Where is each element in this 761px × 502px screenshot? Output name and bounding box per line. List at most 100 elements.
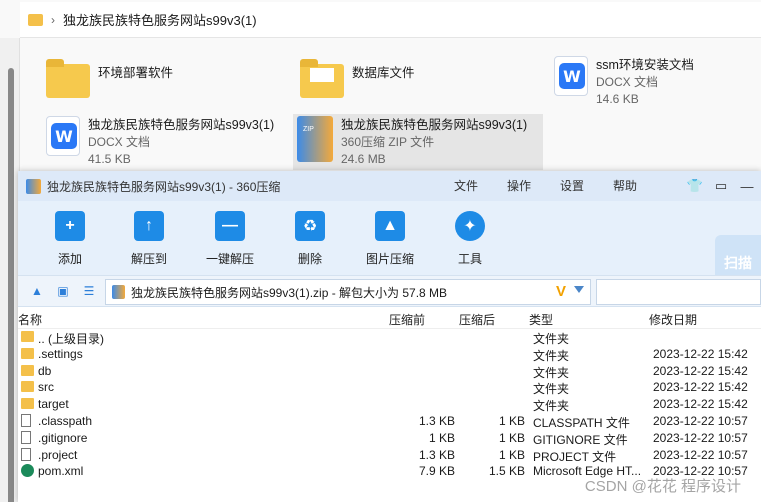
tool-label: 图片压缩 <box>365 252 414 266</box>
tools-button[interactable]: ✦ 工具 <box>430 211 510 267</box>
cell-modified: 2023-12-22 10:57 <box>653 413 748 428</box>
file-tile-db-files[interactable]: 数据库文件 <box>300 58 415 98</box>
extract-to-icon: ↑ <box>134 211 164 241</box>
table-row[interactable]: .settings 文件夹 2023-12-22 15:42 <box>18 346 761 363</box>
add-button[interactable]: + 添加 <box>30 211 110 267</box>
search-input[interactable] <box>596 279 761 305</box>
tile-size: 41.5 KB <box>88 152 131 166</box>
breadcrumb[interactable]: 独龙族民族特色服务网站s99v3(1) <box>63 10 257 29</box>
compress-window: 独龙族民族特色服务网站s99v3(1) - 360压缩 文件 操作 设置 帮助 … <box>18 171 761 502</box>
folder-icon <box>21 398 34 410</box>
delete-icon: ♻ <box>295 211 325 241</box>
add-icon: + <box>55 211 85 241</box>
table-row[interactable]: .. (上级目录) 文件夹 <box>18 329 761 346</box>
cell-after: 1 KB <box>498 447 525 462</box>
table-row[interactable]: .classpath 1.3 KB 1 KB CLASSPATH 文件 2023-12-… <box>18 413 761 430</box>
file-tile-site-doc[interactable]: W 独龙族民族特色服务网站s99v3(1) DOCX 文档 41.5 KB <box>46 116 274 168</box>
cell-type: GITIGNORE 文件 <box>533 432 628 447</box>
cell-after: 1.5 KB <box>488 464 525 479</box>
minimize-icon[interactable]: — <box>739 178 755 194</box>
archive-path-text: 独龙族民族特色服务网站s99v3(1).zip - 解包大小为 57.8 MB <box>131 285 448 300</box>
list-view-icon[interactable]: ☰ <box>82 284 96 298</box>
tool-label: 解压到 <box>130 252 167 266</box>
col-modified[interactable]: 修改日期 <box>649 311 697 328</box>
shirt-icon[interactable]: 👕 <box>687 178 703 194</box>
cell-type: 文件夹 <box>533 382 570 397</box>
table-row[interactable]: .gitignore 1 KB 1 KB GITIGNORE 文件 2023-12-22… <box>18 430 761 447</box>
up-arrow-icon[interactable]: ▲ <box>30 284 44 298</box>
tile-name: 环境部署软件 <box>98 66 174 80</box>
cell-name: .settings <box>38 346 83 361</box>
menu-settings[interactable]: 设置 <box>560 177 613 194</box>
cell-type: 文件夹 <box>533 332 570 346</box>
thumbnail-view-icon[interactable]: ▣ <box>56 284 70 298</box>
folder-icon <box>21 364 34 376</box>
folder-icon <box>21 381 34 393</box>
column-header-row: 名称 压缩前 压缩后 类型 修改日期 <box>18 307 761 329</box>
menu-help[interactable]: 帮助 <box>613 177 653 194</box>
tile-name: ssm环境安装文档 <box>596 58 694 72</box>
cell-before: 7.9 KB <box>418 464 455 479</box>
file-tile-ssm-doc[interactable]: W ssm环境安装文档 DOCX 文档 14.6 KB <box>554 56 694 108</box>
tool-label: 删除 <box>297 252 322 266</box>
file-icon <box>21 430 31 444</box>
cell-modified: 2023-12-22 15:42 <box>653 380 748 395</box>
menu-bar: 文件 操作 设置 帮助 <box>454 177 653 194</box>
title-bar: 独龙族民族特色服务网站s99v3(1) - 360压缩 文件 操作 设置 帮助 … <box>18 171 761 201</box>
folder-icon <box>300 59 344 98</box>
folder-icon <box>21 347 34 359</box>
col-name[interactable]: 名称 <box>18 311 42 328</box>
archive-path-field[interactable]: 独龙族民族特色服务网站s99v3(1).zip - 解包大小为 57.8 MB … <box>105 279 591 305</box>
feedback-icon[interactable]: ▭ <box>713 178 729 194</box>
file-icon <box>21 447 31 461</box>
menu-file[interactable]: 文件 <box>454 177 507 194</box>
tile-name: 数据库文件 <box>352 66 415 80</box>
cell-name: src <box>38 380 54 395</box>
archive-file-list: 名称 压缩前 压缩后 类型 修改日期 .. (上级目录) 文件夹 .settings… <box>18 307 761 502</box>
one-click-extract-button[interactable]: — 一键解压 <box>190 211 270 267</box>
zip-icon <box>112 285 125 299</box>
cell-name: .gitignore <box>38 430 88 445</box>
cell-after: 1 KB <box>498 413 525 428</box>
table-row[interactable]: src 文件夹 2023-12-22 15:42 <box>18 379 761 396</box>
table-row[interactable]: .project 1.3 KB 1 KB PROJECT 文件 2023-12-22 1… <box>18 447 761 464</box>
docx-icon: W <box>554 56 588 96</box>
file-tile-env-software[interactable]: 环境部署软件 <box>46 58 173 98</box>
cell-modified: 2023-12-22 10:57 <box>653 447 748 462</box>
chevron-down-icon[interactable] <box>574 286 584 293</box>
watermark: CSDN @花花 程序设计 <box>584 478 741 495</box>
v-badge-icon[interactable]: V <box>556 283 566 300</box>
tile-name: 独龙族民族特色服务网站s99v3(1) <box>341 118 528 132</box>
image-compress-button[interactable]: ▲ 图片压缩 <box>350 211 430 267</box>
address-bar[interactable]: › 独龙族民族特色服务网站s99v3(1) <box>20 2 761 38</box>
col-before[interactable]: 压缩前 <box>389 311 425 328</box>
cell-modified: 2023-12-22 10:57 <box>653 430 748 445</box>
cell-type: PROJECT 文件 <box>533 449 617 464</box>
table-row[interactable]: db 文件夹 2023-12-22 15:42 <box>18 363 761 380</box>
cell-name: db <box>38 363 52 378</box>
toolbar: + 添加 ↑ 解压到 — 一键解压 ♻ 删除 ▲ 图片压缩 ✦ 工具 扫描 <box>18 201 761 291</box>
edge-icon <box>21 464 34 478</box>
extract-to-button[interactable]: ↑ 解压到 <box>109 211 189 267</box>
window-title: 独龙族民族特色服务网站s99v3(1) - 360压缩 <box>47 179 281 194</box>
folder-icon <box>21 331 34 342</box>
file-explorer-window: › 独龙族民族特色服务网站s99v3(1) 环境部署软件 数据库文件 W ssm… <box>0 0 761 175</box>
cell-type: CLASSPATH 文件 <box>533 415 630 430</box>
col-type[interactable]: 类型 <box>529 311 553 328</box>
cell-before: 1.3 KB <box>418 413 455 428</box>
cell-type: 文件夹 <box>533 399 570 414</box>
image-compress-icon: ▲ <box>375 211 405 241</box>
col-after[interactable]: 压缩后 <box>459 311 495 328</box>
cell-after: 1 KB <box>498 430 525 445</box>
cell-before: 1 KB <box>428 430 455 445</box>
cell-name: .classpath <box>38 413 93 428</box>
table-row[interactable]: target 文件夹 2023-12-22 15:42 <box>18 396 761 413</box>
explorer-nav-pane <box>0 38 20 502</box>
file-tile-site-zip[interactable]: ZIP 独龙族民族特色服务网站s99v3(1) 360压缩 ZIP 文件 24.… <box>293 114 543 170</box>
delete-button[interactable]: ♻ 删除 <box>270 211 350 267</box>
tool-label: 一键解压 <box>205 252 254 266</box>
scrollbar-thumb[interactable] <box>8 68 14 502</box>
menu-operation[interactable]: 操作 <box>507 177 560 194</box>
docx-icon: W <box>46 116 80 156</box>
tools-icon: ✦ <box>455 211 485 241</box>
